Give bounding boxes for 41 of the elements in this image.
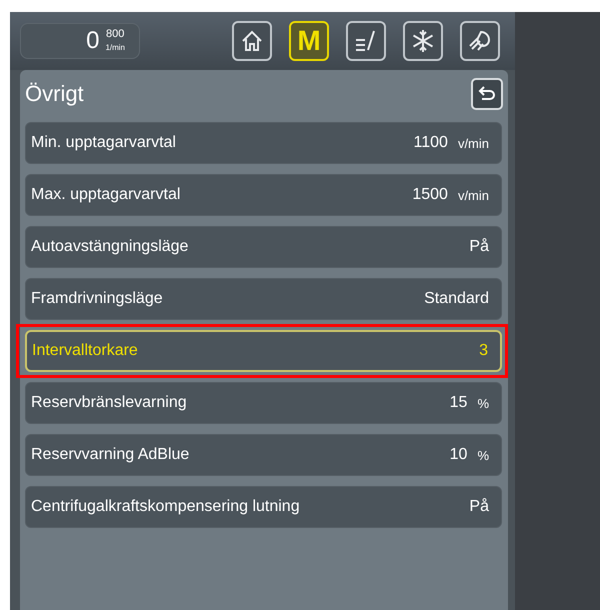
- setting-value: 15: [450, 394, 468, 412]
- speed-unit: 1/min: [105, 42, 125, 54]
- return-arrow-icon: [477, 85, 497, 103]
- setting-unit: v/min: [458, 136, 489, 150]
- light-tab[interactable]: [460, 21, 500, 61]
- setting-row[interactable]: Centrifugalkraftskompensering lutning På: [25, 486, 502, 528]
- setting-value: 1100: [414, 134, 448, 152]
- edit-tab[interactable]: [346, 21, 386, 61]
- setting-row[interactable]: Autoavstängningsläge På: [25, 226, 502, 268]
- setting-unit: %: [477, 448, 489, 462]
- home-tab[interactable]: [232, 21, 272, 61]
- setting-label: Max. upptagarvarvtal: [31, 186, 182, 204]
- setting-row[interactable]: Reservbränslevarning 15 %: [25, 382, 502, 424]
- setting-row[interactable]: Framdrivningsläge Standard: [25, 278, 502, 320]
- setting-value: Standard: [424, 290, 489, 308]
- snow-tab[interactable]: [403, 21, 443, 61]
- back-button[interactable]: [471, 78, 503, 110]
- setting-label: Intervalltorkare: [32, 342, 139, 360]
- setting-label: Min. upptagarvarvtal: [31, 134, 177, 152]
- setting-label: Centrifugalkraftskompensering lutning: [31, 498, 301, 516]
- setting-unit: %: [477, 396, 489, 410]
- setting-label: Reservvarning AdBlue: [31, 446, 190, 464]
- panel-title: Övrigt: [25, 81, 84, 107]
- setting-unit: v/min: [458, 188, 489, 202]
- setting-label: Autoavstängningsläge: [31, 238, 190, 256]
- setting-row[interactable]: Reservvarning AdBlue 10 %: [25, 434, 502, 476]
- setting-value: 10: [450, 446, 468, 464]
- snowflake-icon: [410, 28, 436, 54]
- setting-row[interactable]: Intervalltorkare 3: [25, 330, 502, 372]
- home-icon: [240, 29, 264, 53]
- setting-value: På: [469, 238, 489, 256]
- setting-label: Framdrivningsläge: [31, 290, 164, 308]
- setting-value: På: [469, 498, 489, 516]
- setting-value: 3: [479, 342, 488, 360]
- speed-value: 0: [86, 27, 100, 55]
- setting-value: 1500: [412, 186, 448, 204]
- setting-label: Reservbränslevarning: [31, 394, 188, 412]
- setting-row[interactable]: Min. upptagarvarvtal 1100 v/min: [25, 122, 502, 164]
- speed-setpoint: 800: [106, 28, 124, 41]
- setting-row[interactable]: Max. upptagarvarvtal 1500 v/min: [25, 174, 502, 216]
- menu-tab[interactable]: M: [289, 21, 329, 61]
